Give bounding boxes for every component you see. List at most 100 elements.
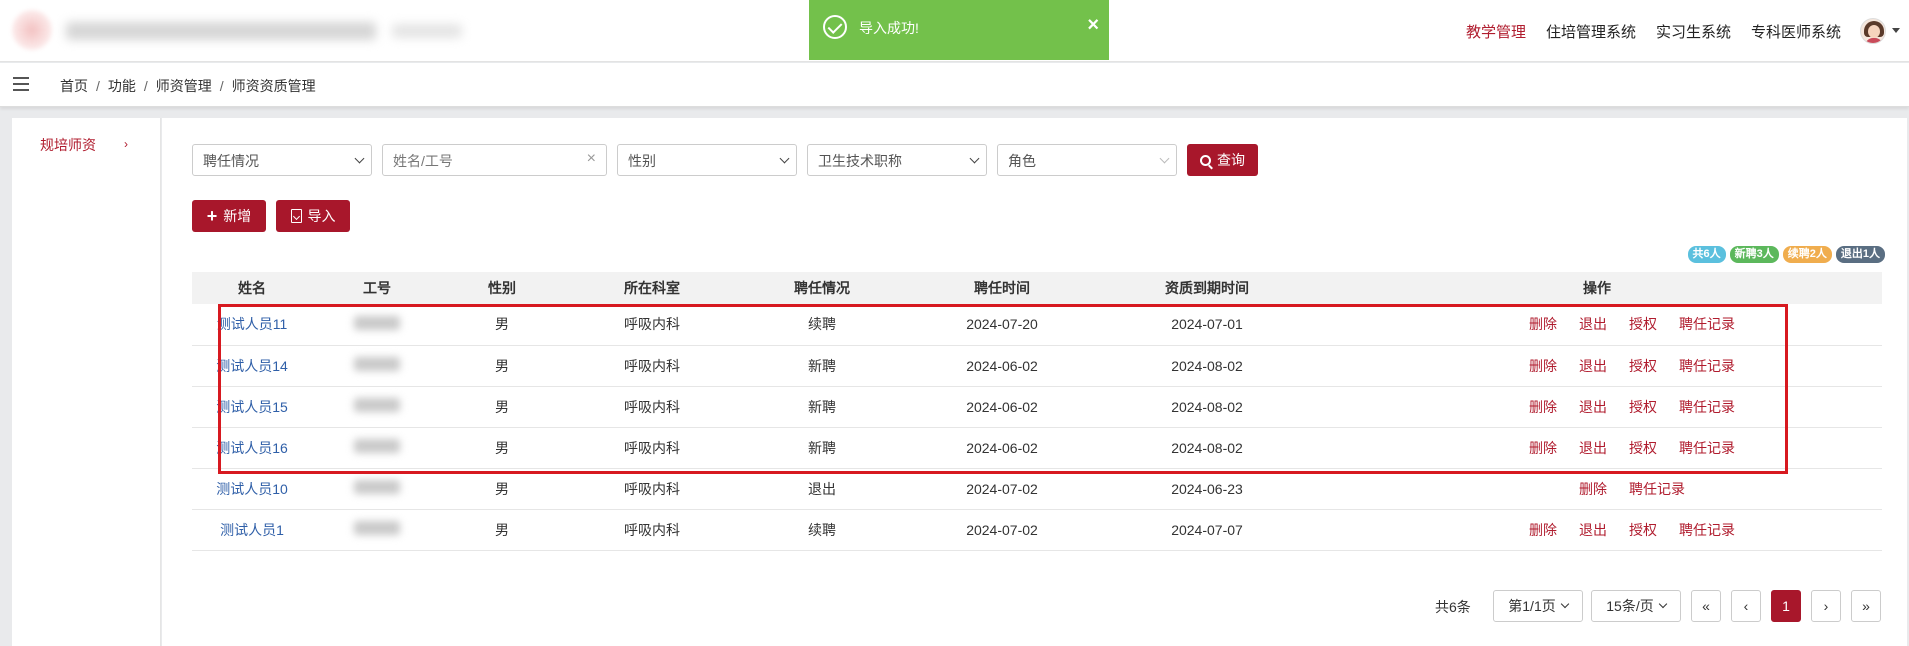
role-select[interactable]: 角色 xyxy=(997,144,1177,176)
delete-link[interactable]: 删除 xyxy=(1579,479,1607,499)
badge-total: 共6人 xyxy=(1687,246,1726,263)
table-row: 测试人员14 男 呼吸内科 新聘 2024-06-02 2024-08-02 删… xyxy=(192,345,1882,386)
chevron-down-icon[interactable] xyxy=(1892,28,1900,33)
breadcrumb: 首页 / 功能 / 师资管理 / 师资资质管理 xyxy=(60,78,316,94)
table-row: 测试人员15 男 呼吸内科 新聘 2024-06-02 2024-08-02 删… xyxy=(192,386,1882,427)
authorize-link[interactable]: 授权 xyxy=(1629,356,1657,376)
next-page-button[interactable]: › xyxy=(1811,590,1841,622)
nav-teaching-management[interactable]: 教学管理 xyxy=(1466,21,1526,42)
col-status: 聘任情况 xyxy=(794,280,850,296)
query-button[interactable]: 查询 xyxy=(1187,144,1258,176)
col-actions: 操作 xyxy=(1583,280,1611,296)
teacher-name-link[interactable]: 测试人员14 xyxy=(192,345,312,386)
first-page-button[interactable]: « xyxy=(1691,590,1721,622)
hire-date-cell: 2024-06-02 xyxy=(966,357,1038,374)
authorize-link[interactable]: 授权 xyxy=(1629,314,1657,334)
hire-date-cell: 2024-06-02 xyxy=(966,398,1038,415)
top-nav: 教学管理 住培管理系统 实习生系统 专科医师系统 xyxy=(1466,0,1841,62)
teacher-name-link[interactable]: 测试人员11 xyxy=(192,304,312,345)
gender-cell: 男 xyxy=(495,357,509,374)
chevron-down-icon xyxy=(1560,599,1569,609)
import-button[interactable]: 导入 xyxy=(276,200,350,232)
last-page-button[interactable]: » xyxy=(1851,590,1881,622)
nav-residency-system[interactable]: 住培管理系统 xyxy=(1546,21,1636,42)
nav-specialist-system[interactable]: 专科医师系统 xyxy=(1751,21,1841,42)
expire-date-cell: 2024-08-02 xyxy=(1171,357,1243,374)
table-row: 测试人员1 男 呼吸内科 续聘 2024-07-02 2024-07-07 删除… xyxy=(192,509,1882,550)
department-cell: 呼吸内科 xyxy=(624,521,680,538)
breadcrumb-teacher-management[interactable]: 师资管理 xyxy=(156,78,212,94)
gender-cell: 男 xyxy=(495,398,509,415)
hire-date-cell: 2024-06-02 xyxy=(966,439,1038,456)
professional-title-select[interactable]: 卫生技术职称 xyxy=(807,144,987,176)
breadcrumb-home[interactable]: 首页 xyxy=(60,78,88,94)
exit-link[interactable]: 退出 xyxy=(1579,520,1607,540)
close-icon[interactable]: × xyxy=(1087,15,1099,35)
gender-select[interactable]: 性别 xyxy=(617,144,797,176)
gender-cell: 男 xyxy=(495,480,509,497)
user-avatar[interactable] xyxy=(1860,18,1886,44)
prev-page-button[interactable]: ‹ xyxy=(1731,590,1761,622)
authorize-link[interactable]: 授权 xyxy=(1629,438,1657,458)
exit-link[interactable]: 退出 xyxy=(1579,314,1607,334)
pager-total: 共6条 xyxy=(1435,599,1471,615)
teacher-name-link[interactable]: 测试人员15 xyxy=(192,386,312,427)
chevron-down-icon xyxy=(969,153,980,164)
status-cell: 新聘 xyxy=(808,357,836,374)
hire-date-cell: 2024-07-02 xyxy=(966,521,1038,538)
badge-new-hire: 新聘3人 xyxy=(1729,246,1779,263)
authorize-link[interactable]: 授权 xyxy=(1629,397,1657,417)
delete-link[interactable]: 删除 xyxy=(1529,520,1557,540)
hire-record-link[interactable]: 聘任记录 xyxy=(1679,438,1735,458)
expire-date-cell: 2024-08-02 xyxy=(1171,398,1243,415)
col-department: 所在科室 xyxy=(624,280,680,296)
system-subtitle-redacted xyxy=(392,24,462,38)
department-cell: 呼吸内科 xyxy=(624,398,680,415)
authorize-link[interactable]: 授权 xyxy=(1629,520,1657,540)
hire-record-link[interactable]: 聘任记录 xyxy=(1679,356,1735,376)
department-cell: 呼吸内科 xyxy=(624,316,680,333)
stat-badges: 共6人 新聘3人 续聘2人 退出1人 xyxy=(1687,246,1885,263)
employment-status-select[interactable]: 聘任情况 xyxy=(192,144,372,176)
gender-cell: 男 xyxy=(495,521,509,538)
hire-record-link[interactable]: 聘任记录 xyxy=(1679,520,1735,540)
exit-link[interactable]: 退出 xyxy=(1579,397,1607,417)
expire-date-cell: 2024-06-23 xyxy=(1171,480,1243,497)
hospital-logo xyxy=(12,10,52,50)
sidebar-item-residency-teachers[interactable]: 规培师资 xyxy=(40,135,96,155)
table-header: 姓名 工号 性别 所在科室 聘任情况 聘任时间 资质到期时间 操作 xyxy=(192,272,1882,304)
chevron-down-icon xyxy=(779,153,790,164)
hire-record-link[interactable]: 聘任记录 xyxy=(1679,314,1735,334)
chevron-down-icon xyxy=(1658,599,1667,609)
add-button[interactable]: + 新增 xyxy=(192,200,266,232)
delete-link[interactable]: 删除 xyxy=(1529,438,1557,458)
employee-id-redacted xyxy=(354,439,400,453)
page-select[interactable]: 第1/1页 xyxy=(1493,590,1583,622)
delete-link[interactable]: 删除 xyxy=(1529,314,1557,334)
employee-id-redacted xyxy=(354,398,400,412)
nav-intern-system[interactable]: 实习生系统 xyxy=(1656,21,1731,42)
table-row: 测试人员10 男 呼吸内科 退出 2024-07-02 2024-06-23 删… xyxy=(192,468,1882,509)
hire-record-link[interactable]: 聘任记录 xyxy=(1679,397,1735,417)
hire-record-link[interactable]: 聘任记录 xyxy=(1629,479,1685,499)
teacher-name-link[interactable]: 测试人员16 xyxy=(192,427,312,468)
teacher-name-link[interactable]: 测试人员1 xyxy=(192,509,312,550)
exit-link[interactable]: 退出 xyxy=(1579,438,1607,458)
current-page-button[interactable]: 1 xyxy=(1771,590,1801,622)
breadcrumb-function[interactable]: 功能 xyxy=(108,78,136,94)
col-gender: 性别 xyxy=(488,280,516,296)
col-expire-date: 资质到期时间 xyxy=(1165,280,1249,296)
status-cell: 新聘 xyxy=(808,398,836,415)
menu-toggle-icon[interactable] xyxy=(13,77,29,91)
badge-exited: 退出1人 xyxy=(1835,246,1885,263)
status-cell: 退出 xyxy=(808,480,836,497)
sidebar: 规培师资 › xyxy=(12,118,161,646)
name-id-input[interactable]: 姓名/工号 × xyxy=(382,144,607,176)
delete-link[interactable]: 删除 xyxy=(1529,397,1557,417)
clear-icon[interactable]: × xyxy=(587,150,596,168)
exit-link[interactable]: 退出 xyxy=(1579,356,1607,376)
delete-link[interactable]: 删除 xyxy=(1529,356,1557,376)
teacher-table: 姓名 工号 性别 所在科室 聘任情况 聘任时间 资质到期时间 操作 测试人员11… xyxy=(192,272,1882,551)
page-size-select[interactable]: 15条/页 xyxy=(1591,590,1681,622)
teacher-name-link[interactable]: 测试人员10 xyxy=(192,468,312,509)
